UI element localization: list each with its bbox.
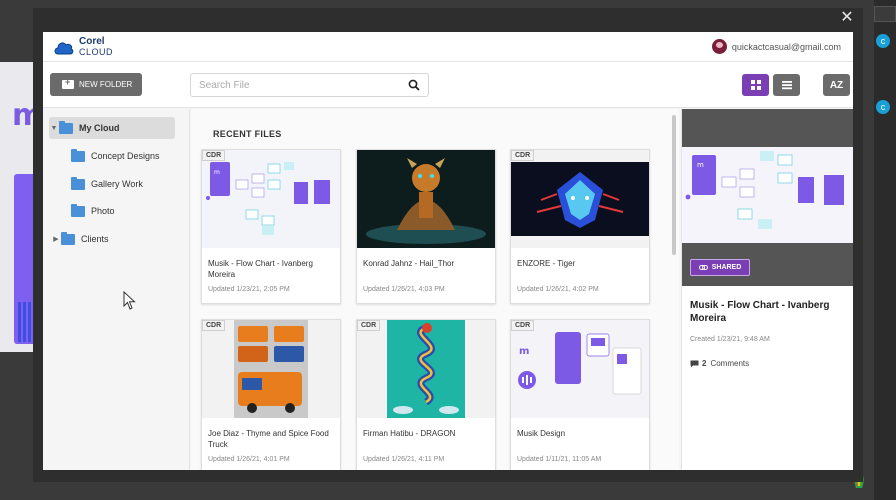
cloud-logo-icon [54,42,74,55]
search-input[interactable] [191,74,391,96]
food-truck-thumbnail [202,320,340,418]
folder-icon [61,231,75,245]
corel-cloud-logo: Corel CLOUD [53,36,113,58]
file-card[interactable]: CDR m Musik - Flow Chart - Ivanberg More… [201,149,341,304]
list-icon [781,81,792,90]
link-icon [698,265,708,270]
corel-cloud-app: Corel CLOUD quickactcasual@gmail.com NEW… [43,32,853,470]
brand-name: Corel [79,36,105,47]
comments-label: Comments [710,359,750,368]
top-bar: Corel CLOUD quickactcasual@gmail.com [43,32,853,62]
mouse-cursor-icon [123,291,136,310]
dragon-artwork-thumbnail [357,320,495,418]
file-type-badge: CDR [202,320,226,331]
sidebar-item-clients[interactable]: ▶ Clients [51,228,109,250]
search-box [190,73,429,97]
file-name: Firman Hatibu - DRAGON [363,429,456,438]
comments-count: 2 [702,359,707,368]
file-type-badge: CDR [357,320,381,331]
sort-az-icon: AZ [829,79,844,91]
file-type-badge: CDR [202,150,226,161]
file-updated: Updated 1/26/21, 4:11 PM [363,456,445,463]
file-name: Konrad Jahnz - Hail_Thor [363,259,455,268]
file-card[interactable]: Konrad Jahnz - Hail_Thor Updated 1/26/21… [356,149,496,304]
folder-tree: ▼ My Cloud Concept Designs Gallery Work … [43,109,190,470]
background-search [874,6,896,22]
background-bars [18,302,32,342]
tiger-artwork-thumbnail [511,150,649,248]
new-folder-button[interactable]: NEW FOLDER [50,73,142,96]
brand-product: CLOUD [79,47,114,57]
search-icon[interactable] [408,79,420,91]
section-title: RECENT FILES [213,129,282,139]
details-title: Musik - Flow Chart - Ivanberg Moreira [690,300,830,324]
grid-icon [750,80,761,90]
sidebar-item-my-cloud[interactable]: ▼ My Cloud [49,117,175,139]
chevron-right-icon[interactable]: ▶ [51,235,61,243]
file-card[interactable]: CDR Firman Hatibu - DRAGON Updated 1/26/… [356,319,496,470]
sort-az-button[interactable]: AZ [823,74,850,96]
file-preview-image: m [682,147,853,243]
musik-app-thumbnail: m [511,320,649,418]
comments-link[interactable]: 2 Comments [690,359,749,368]
file-updated: Updated 1/26/21, 4:03 PM [363,286,445,293]
file-card[interactable]: CDR m Musik Design Updated 1/11/21, 11:0… [510,319,650,470]
recent-files-area: RECENT FILES CDR m Musik - Flow Chart - … [191,109,679,470]
sidebar-item-label: Photo [91,206,115,216]
sidebar-item-label: Concept Designs [91,151,160,161]
file-updated: Updated 1/26/21, 4:01 PM [208,456,290,463]
file-name: Joe Diaz - Thyme and Spice Food Truck [208,429,329,449]
flowchart-thumbnail: m [202,150,340,248]
thor-artwork-thumbnail [357,150,495,248]
add-folder-icon [62,77,74,89]
user-account[interactable]: quickactcasual@gmail.com [711,39,841,54]
toolbar: NEW FOLDER AZ [43,62,853,108]
file-updated: Updated 1/23/21, 2:05 PM [208,286,290,293]
file-card[interactable]: CDR Joe Diaz - Thyme and Spice Food Truc… [201,319,341,470]
file-name: Musik Design [517,429,566,438]
avatar [711,39,727,54]
sidebar-item-concept-designs[interactable]: Concept Designs [61,145,160,167]
background-right-strip: c c [874,0,896,500]
comment-icon [690,360,699,367]
sidebar-item-photo[interactable]: Photo [61,200,115,222]
svg-text:m: m [697,161,704,169]
file-type-badge: CDR [511,150,535,161]
sidebar-item-gallery-work[interactable]: Gallery Work [61,173,143,195]
folder-icon [71,176,85,190]
corel-cloud-dialog: ✕ Corel CLOUD quickactcasual@gmail.com N… [33,8,863,482]
file-card[interactable]: CDR ENZORE - Tiger Updated 1/26/21, 4:02… [510,149,650,304]
folder-icon [71,148,85,162]
sidebar-item-label: My Cloud [79,123,120,133]
user-email: quickactcasual@gmail.com [731,41,841,52]
shared-label: SHARED [711,264,742,271]
chevron-down-icon[interactable]: ▼ [49,125,59,132]
svg-text:m: m [214,169,220,176]
file-type-badge: CDR [511,320,535,331]
close-icon[interactable]: ✕ [839,10,855,26]
list-view-button[interactable] [773,74,800,96]
scrollbar[interactable] [672,115,676,255]
background-avatar-c: c [876,100,890,114]
file-name: Musik - Flow Chart - Ivanberg Moreira [208,259,313,279]
svg-text:m: m [519,346,529,357]
file-updated: Updated 1/26/21, 4:02 PM [517,286,599,293]
file-updated: Updated 1/11/21, 11:05 AM [517,456,602,463]
sidebar-item-label: Gallery Work [91,179,143,189]
details-panel: m SHARED Musik - Flow Chart - Ivanberg M… [681,109,853,470]
folder-icon [59,120,73,134]
file-name: ENZORE - Tiger [517,259,576,268]
background-avatar-c: c [876,34,890,48]
grid-view-button[interactable] [742,74,769,96]
sidebar-item-label: Clients [81,234,109,244]
new-folder-label: NEW FOLDER [79,80,133,89]
details-created: Created 1/23/21, 9:48 AM [690,336,770,343]
folder-icon [71,203,85,217]
shared-button[interactable]: SHARED [690,259,750,276]
